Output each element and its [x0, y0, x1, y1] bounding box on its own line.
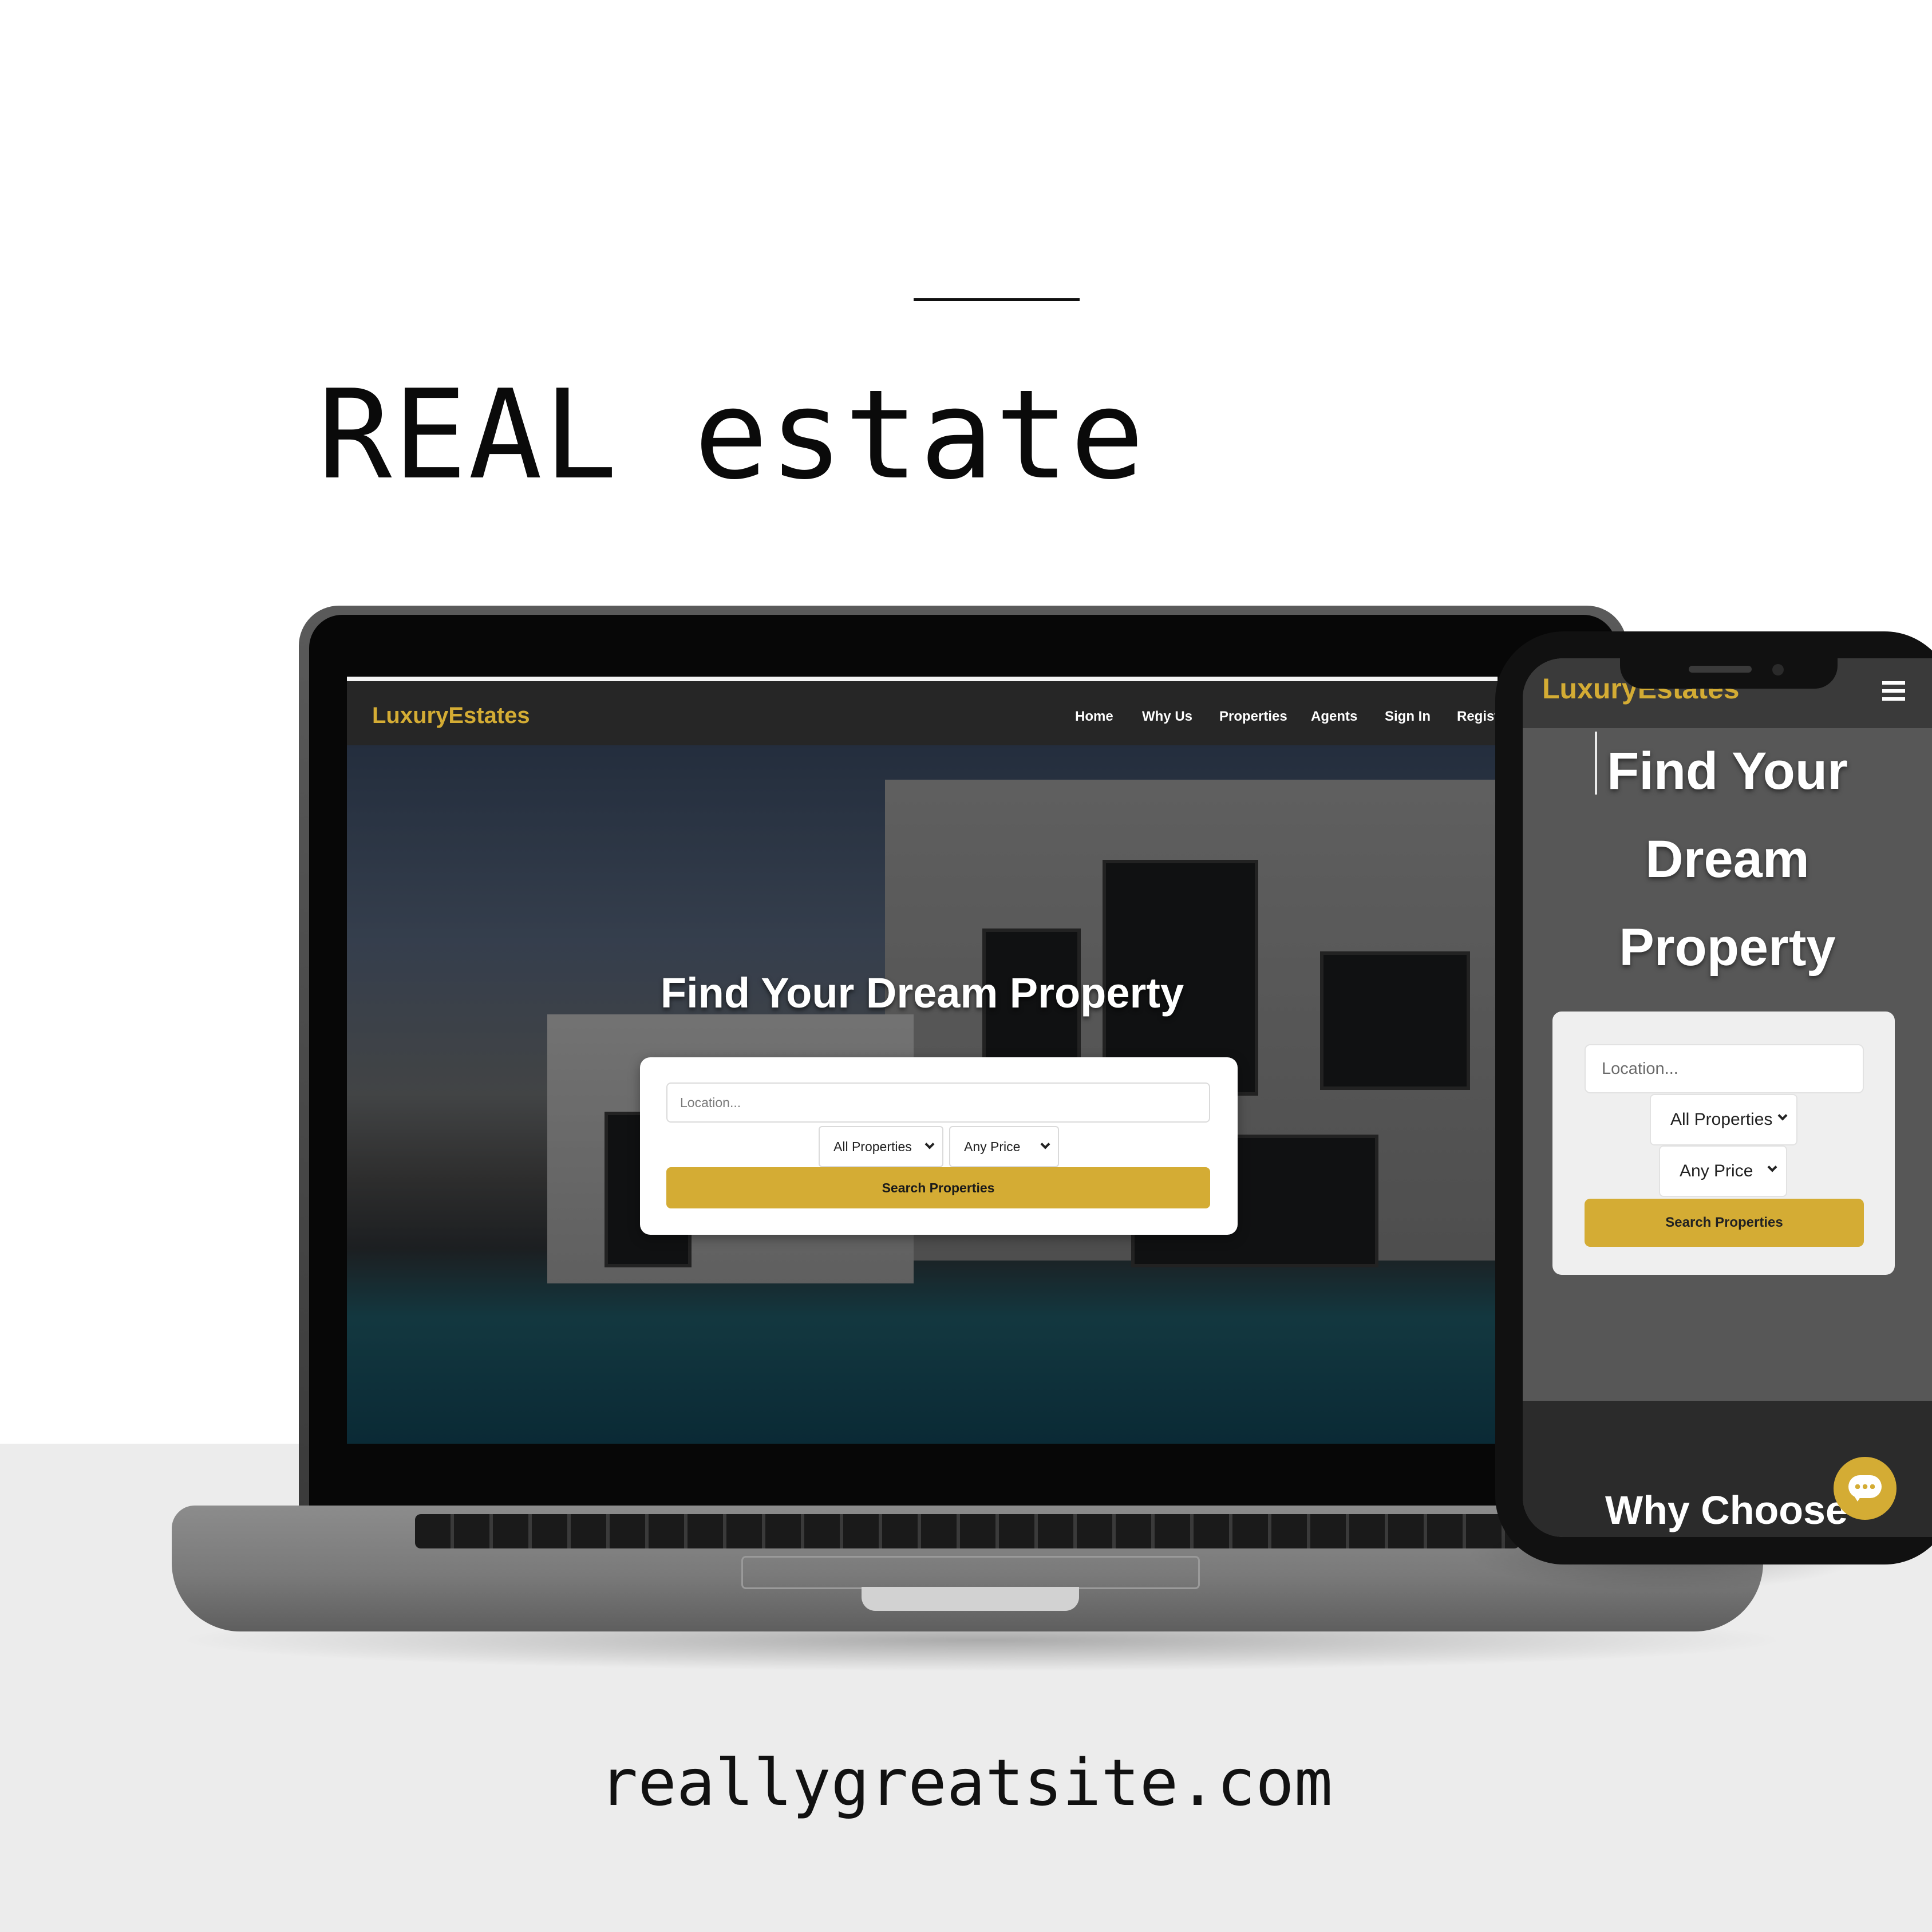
mobile-hero-line: Dream	[1645, 830, 1809, 888]
location-input[interactable]	[666, 1082, 1210, 1123]
price-select[interactable]: Any Price	[949, 1126, 1059, 1167]
search-card: All Properties Any Price Search Properti…	[640, 1057, 1238, 1235]
nav-register[interactable]: Regist	[1457, 709, 1498, 725]
browser-top-edge	[347, 677, 1498, 681]
mobile-price-select[interactable]: Any Price	[1659, 1145, 1787, 1197]
chevron-down-icon	[1777, 1111, 1788, 1121]
chevron-down-icon	[924, 1139, 935, 1149]
chat-icon[interactable]	[1834, 1457, 1897, 1520]
search-button[interactable]: Search Properties	[666, 1167, 1210, 1208]
property-type-select[interactable]: All Properties	[819, 1126, 943, 1167]
chat-dots	[1855, 1484, 1875, 1489]
laptop-trackpad	[741, 1556, 1200, 1589]
nav-why-us[interactable]: Why Us	[1142, 709, 1192, 725]
desktop-screen: LuxuryEstates Home Why Us Properties Age…	[347, 677, 1498, 1444]
decorative-rule	[914, 298, 1080, 301]
phone-camera	[1772, 664, 1784, 675]
phone-notch	[1620, 631, 1838, 689]
desktop-navbar: LuxuryEstates Home Why Us Properties Age…	[347, 681, 1498, 745]
nav-properties[interactable]: Properties	[1219, 709, 1287, 725]
price-value: Any Price	[964, 1139, 1021, 1154]
laptop-hinge-notch	[862, 1587, 1079, 1611]
why-choose-heading: Why Choose	[1605, 1488, 1848, 1532]
nav-agents[interactable]: Agents	[1311, 709, 1357, 725]
chevron-down-icon	[1767, 1162, 1777, 1172]
hero-section: Find Your Dream Property All Properties …	[347, 745, 1498, 1444]
mobile-price-value: Any Price	[1680, 1161, 1753, 1180]
chat-bubble-tail	[1852, 1492, 1863, 1502]
mobile-property-type-value: All Properties	[1670, 1110, 1773, 1129]
poster-headline: REAL estate	[318, 363, 1145, 507]
hero-title: Find Your Dream Property	[660, 969, 1184, 1017]
property-type-value: All Properties	[833, 1139, 912, 1154]
mobile-hero-line: Property	[1619, 918, 1836, 977]
chevron-down-icon	[1040, 1139, 1050, 1149]
mobile-hero-line: Find Your	[1607, 742, 1848, 800]
mobile-search-button[interactable]: Search Properties	[1585, 1199, 1864, 1247]
hamburger-icon[interactable]	[1882, 681, 1905, 701]
mobile-search-card: All Properties Any Price Search Properti…	[1552, 1012, 1895, 1275]
mobile-hero-title: Find Your Dream Property	[1523, 727, 1932, 991]
nav-home[interactable]: Home	[1075, 709, 1113, 725]
nav-sign-in[interactable]: Sign In	[1385, 709, 1431, 725]
mobile-location-input[interactable]	[1585, 1044, 1864, 1093]
mobile-property-type-select[interactable]: All Properties	[1650, 1094, 1797, 1145]
phone-speaker	[1689, 666, 1752, 673]
mobile-screen: LuxuryEstates Find Your Dream Property A…	[1523, 658, 1932, 1537]
laptop-keyboard	[415, 1514, 1520, 1548]
site-logo[interactable]: LuxuryEstates	[372, 703, 530, 729]
site-url: reallygreatsite.com	[599, 1746, 1333, 1820]
